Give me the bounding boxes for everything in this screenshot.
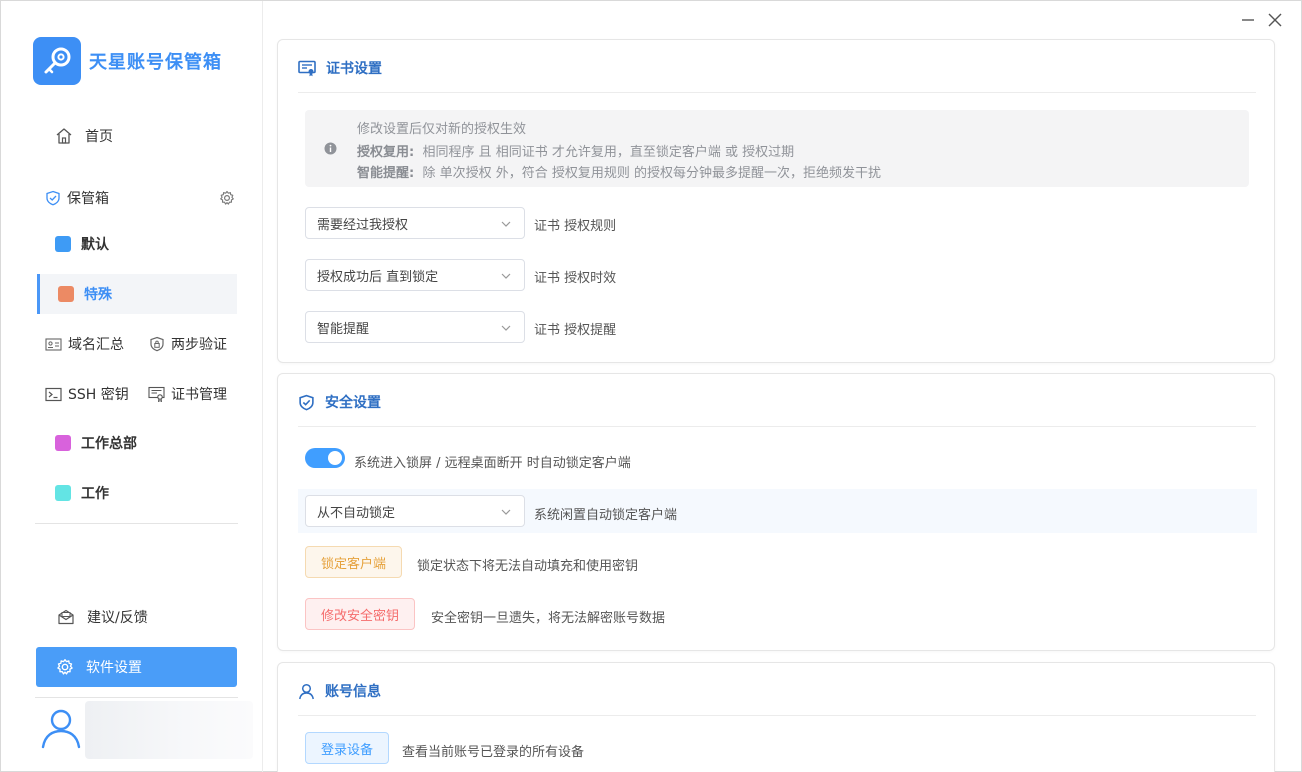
lock-client-button[interactable]: 锁定客户端 (305, 546, 403, 578)
change-key-desc: 安全密钥一旦遗失，将无法解密账号数据 (431, 611, 666, 626)
notice-line: 修改设置后仅对新的授权生效 (357, 122, 527, 137)
vault-item-label: 特殊 (84, 287, 112, 303)
close-icon[interactable] (1264, 9, 1286, 31)
chevron-down-icon (501, 509, 511, 515)
account-info-card: 账号信息 登录设备 查看当前账号已登录的所有设备 (277, 662, 1275, 772)
vault-item-work-hq[interactable]: 工作总部 (37, 423, 237, 463)
sidebar-item-label: 两步验证 (171, 337, 227, 353)
sidebar-item-label: 域名汇总 (68, 337, 124, 353)
sidebar-divider (35, 697, 238, 698)
vault-item-default[interactable]: 默认 (37, 224, 237, 264)
info-notice: 修改设置后仅对新的授权生效 授权复用: 相同程序 且 相同证书 才允许复用，直至… (305, 110, 1249, 187)
user-info-blurred (85, 701, 253, 759)
sidebar-item-settings[interactable]: 软件设置 (36, 647, 237, 687)
certificate-icon (298, 60, 316, 76)
account-info-title: 账号信息 (298, 681, 381, 701)
auto-lock-toggle[interactable] (305, 448, 345, 468)
app-name: 天星账号保管箱 (89, 52, 222, 73)
vault-item-work[interactable]: 工作 (37, 473, 237, 513)
sidebar: 天星账号保管箱 首页 保管箱 默认 特殊 域名汇总 两步验证 SSH 密钥 证书… (1, 1, 263, 772)
sidebar-item-home[interactable]: 首页 (55, 116, 113, 156)
shield-lock-icon (150, 336, 164, 352)
sidebar-item-domains[interactable]: 域名汇总 (45, 324, 124, 364)
auto-lock-label: 系统进入锁屏 / 远程桌面断开 时自动锁定客户端 (354, 456, 631, 471)
cert-settings-card: 证书设置 修改设置后仅对新的授权生效 授权复用: 相同程序 且 相同证书 才允许… (277, 39, 1275, 363)
sidebar-item-feedback[interactable]: 建议/反馈 (57, 597, 148, 637)
sidebar-item-label: SSH 密钥 (68, 387, 129, 403)
user-icon (41, 709, 81, 749)
sidebar-divider (35, 523, 238, 524)
app-window: 天星账号保管箱 首页 保管箱 默认 特殊 域名汇总 两步验证 SSH 密钥 证书… (0, 0, 1302, 772)
login-devices-desc: 查看当前账号已登录的所有设备 (402, 745, 585, 760)
mail-open-icon (58, 609, 74, 625)
auth-duration-label: 证书 授权时效 (534, 271, 617, 286)
sidebar-item-label: 首页 (85, 129, 113, 145)
avatar[interactable] (39, 705, 83, 749)
sidebar-item-label: 软件设置 (86, 660, 142, 676)
auth-duration-select[interactable]: 授权成功后 直到锁定 (305, 259, 525, 291)
sidebar-item-ssh[interactable]: SSH 密钥 (45, 374, 129, 414)
home-icon (56, 128, 72, 144)
vault-color-swatch (58, 286, 74, 302)
gear-icon[interactable] (219, 190, 235, 206)
chevron-down-icon (501, 221, 511, 227)
idle-lock-label: 系统闲置自动锁定客户端 (534, 508, 678, 523)
vault-item-special[interactable]: 特殊 (37, 274, 237, 314)
terminal-icon (45, 387, 62, 401)
vault-color-swatch (55, 236, 71, 252)
id-card-icon (45, 337, 62, 351)
vault-item-label: 工作 (81, 486, 109, 502)
vault-color-swatch (55, 435, 71, 451)
sidebar-item-label: 证书管理 (171, 387, 227, 403)
auth-remind-label: 证书 授权提醒 (534, 323, 617, 338)
card-divider (298, 426, 1256, 427)
app-logo: 天星账号保管箱 (33, 37, 222, 85)
vault-color-swatch (55, 485, 71, 501)
change-key-button[interactable]: 修改安全密钥 (305, 598, 416, 630)
card-divider (298, 92, 1256, 93)
chevron-down-icon (501, 325, 511, 331)
vault-item-label: 工作总部 (81, 436, 137, 452)
key-logo-icon (33, 37, 81, 85)
security-settings-title: 安全设置 (298, 392, 381, 412)
sidebar-item-two-factor[interactable]: 两步验证 (149, 324, 227, 364)
security-settings-card: 安全设置 系统进入锁屏 / 远程桌面断开 时自动锁定客户端 从不自动锁定 系统闲… (277, 373, 1275, 651)
idle-lock-select[interactable]: 从不自动锁定 (305, 495, 525, 527)
sidebar-item-label: 建议/反馈 (87, 610, 148, 626)
chevron-down-icon (501, 273, 511, 279)
minimize-icon[interactable] (1237, 9, 1259, 31)
certificate-icon (148, 386, 165, 402)
auth-rule-select[interactable]: 需要经过我授权 (305, 207, 525, 239)
user-icon (299, 683, 314, 699)
cert-settings-title: 证书设置 (298, 58, 382, 78)
auth-rule-label: 证书 授权规则 (534, 219, 617, 234)
lock-client-desc: 锁定状态下将无法自动填充和使用密钥 (417, 559, 639, 574)
auth-remind-select[interactable]: 智能提醒 (305, 311, 525, 343)
notice-line: 智能提醒: 除 单次授权 外，符合 授权复用规则 的授权每分钟最多提醒一次，拒绝… (357, 166, 881, 181)
gear-icon (57, 659, 73, 675)
card-divider (298, 715, 1256, 716)
vault-item-label: 默认 (81, 237, 109, 253)
vault-header-label: 保管箱 (67, 191, 109, 207)
vault-header: 保管箱 (45, 178, 235, 218)
notice-line: 授权复用: 相同程序 且 相同证书 才允许复用，直至锁定客户端 或 授权过期 (357, 145, 795, 160)
shield-check-icon (299, 394, 314, 410)
sidebar-item-certs[interactable]: 证书管理 (148, 374, 227, 414)
login-devices-button[interactable]: 登录设备 (305, 732, 390, 764)
info-icon (324, 142, 337, 155)
shield-check-icon (46, 190, 60, 206)
